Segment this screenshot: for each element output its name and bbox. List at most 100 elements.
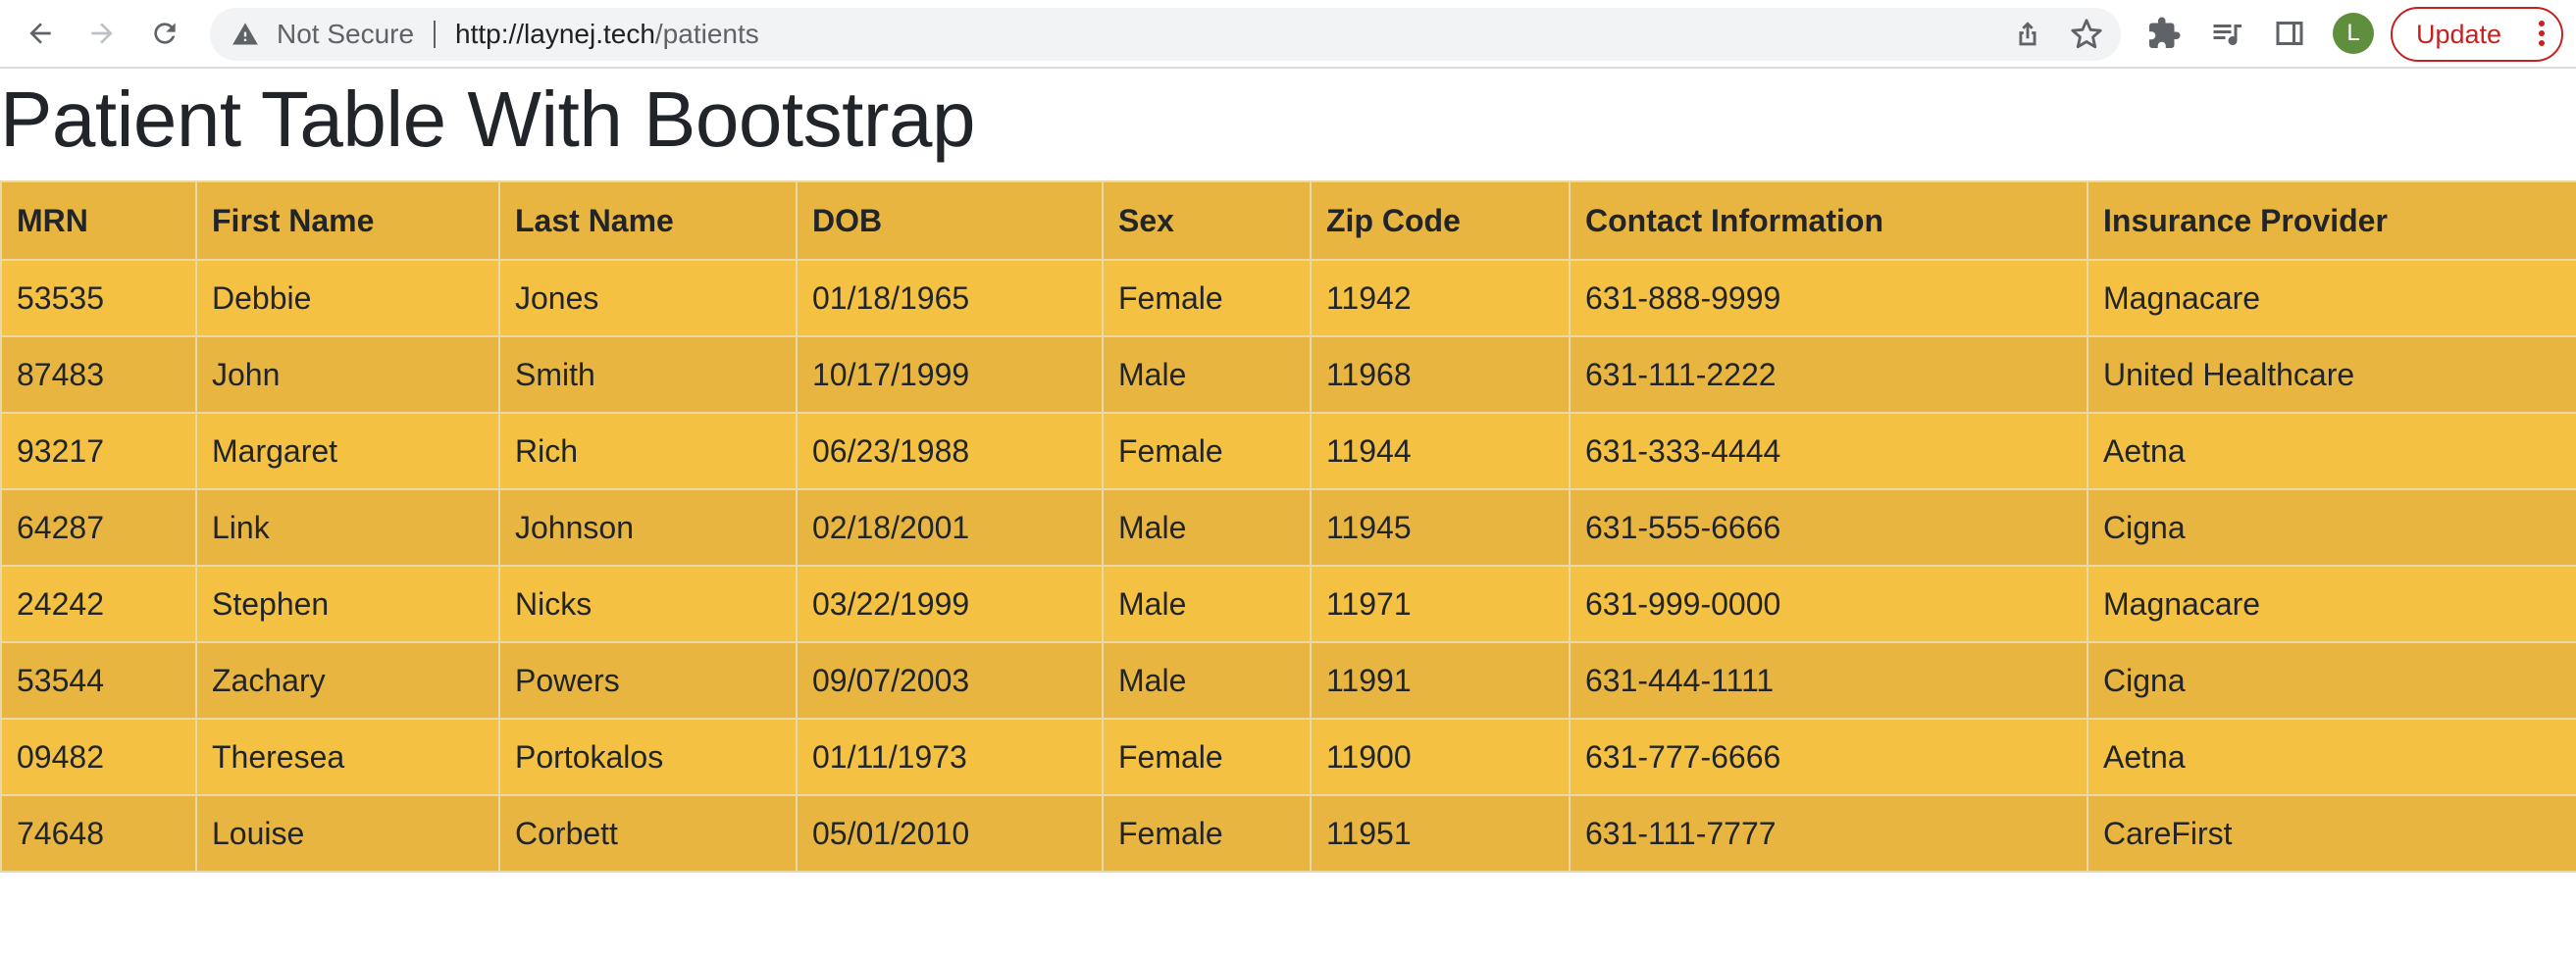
zip-code-cell: 11971 [1310,565,1571,643]
omnibox-separator [434,21,436,48]
table-row: 53535 Debbie Jones 01/18/1965 Female 11942 631… [0,259,2576,337]
mrn-cell: 24242 [0,565,197,643]
media-queue-icon[interactable] [2209,16,2244,51]
first-name-cell: Theresea [195,718,500,796]
profile-avatar[interactable]: L [2333,13,2374,54]
contact-information-cell: 631-555-6666 [1569,488,2088,567]
insurance-provider-cell: Cigna [2087,488,2576,567]
table-row: 09482 Theresea Portokalos 01/11/1973 Female 1… [0,718,2576,796]
mrn-cell: 53535 [0,259,197,337]
column-header-contact-information: Contact Information [1569,180,2088,261]
reload-icon[interactable] [143,12,186,55]
table-row: 87483 John Smith 10/17/1999 Male 11968 631-111… [0,335,2576,414]
zip-code-cell: 11945 [1310,488,1571,567]
url-path: /patients [654,19,759,49]
mrn-cell: 64287 [0,488,197,567]
last-name-cell: Powers [498,641,798,720]
zip-code-cell: 11991 [1310,641,1571,720]
mrn-cell: 93217 [0,412,197,490]
page-title: Patient Table With Bootstrap [0,75,975,163]
first-name-cell: Stephen [195,565,500,643]
share-icon[interactable] [2011,18,2044,51]
patient-table: MRN First Name Last Name DOB Sex Zip Cod… [0,180,2576,873]
first-name-cell: Louise [195,794,500,873]
zip-code-cell: 11942 [1310,259,1571,337]
insurance-provider-cell: Aetna [2087,718,2576,796]
mrn-cell: 09482 [0,718,197,796]
mrn-cell: 53544 [0,641,197,720]
extensions-puzzle-icon[interactable] [2146,16,2182,51]
dob-cell: 01/11/1973 [796,718,1104,796]
address-bar[interactable]: Not Secure http://laynej.tech/patients [210,8,2121,61]
last-name-cell: Jones [498,259,798,337]
url-host: http://laynej.tech [455,19,655,49]
first-name-cell: Margaret [195,412,500,490]
contact-information-cell: 631-777-6666 [1569,718,2088,796]
forward-icon[interactable] [80,12,124,55]
dob-cell: 05/01/2010 [796,794,1104,873]
update-label: Update [2416,20,2502,49]
contact-information-cell: 631-111-7777 [1569,794,2088,873]
insurance-provider-cell: Aetna [2087,412,2576,490]
back-icon[interactable] [19,12,62,55]
insurance-provider-cell: United Healthcare [2087,335,2576,414]
column-header-dob: DOB [796,180,1104,261]
contact-information-cell: 631-444-1111 [1569,641,2088,720]
table-row: 24242 Stephen Nicks 03/22/1999 Male 11971 631-… [0,565,2576,643]
dob-cell: 03/22/1999 [796,565,1104,643]
table-row: 53544 Zachary Powers 09/07/2003 Male 11991 631… [0,641,2576,720]
dob-cell: 06/23/1988 [796,412,1104,490]
mrn-cell: 74648 [0,794,197,873]
bookmark-star-icon[interactable] [2070,18,2103,51]
table-header-row: MRN First Name Last Name DOB Sex Zip Cod… [0,180,2576,261]
table-row: 64287 Link Johnson 02/18/2001 Male 11945 631-5… [0,488,2576,567]
insurance-provider-cell: Cigna [2087,641,2576,720]
last-name-cell: Smith [498,335,798,414]
sex-cell: Male [1102,488,1312,567]
sex-cell: Male [1102,335,1312,414]
last-name-cell: Rich [498,412,798,490]
column-header-first-name: First Name [195,180,500,261]
contact-information-cell: 631-999-0000 [1569,565,2088,643]
mrn-cell: 87483 [0,335,197,414]
update-button[interactable]: Update [2391,7,2563,62]
column-header-last-name: Last Name [498,180,798,261]
zip-code-cell: 11968 [1310,335,1571,414]
side-panel-icon[interactable] [2272,16,2307,51]
dob-cell: 10/17/1999 [796,335,1104,414]
url-text[interactable]: http://laynej.tech/patients [455,20,759,49]
zip-code-cell: 11900 [1310,718,1571,796]
warning-icon[interactable] [232,21,259,48]
last-name-cell: Johnson [498,488,798,567]
last-name-cell: Nicks [498,565,798,643]
dob-cell: 02/18/2001 [796,488,1104,567]
dob-cell: 01/18/1965 [796,259,1104,337]
zip-code-cell: 11944 [1310,412,1571,490]
insurance-provider-cell: Magnacare [2087,565,2576,643]
security-label[interactable]: Not Secure [277,20,414,49]
last-name-cell: Corbett [498,794,798,873]
first-name-cell: Debbie [195,259,500,337]
zip-code-cell: 11951 [1310,794,1571,873]
table-body: 53535 Debbie Jones 01/18/1965 Female 11942 631… [0,259,2576,873]
insurance-provider-cell: CareFirst [2087,794,2576,873]
sex-cell: Male [1102,565,1312,643]
first-name-cell: Zachary [195,641,500,720]
dob-cell: 09/07/2003 [796,641,1104,720]
contact-information-cell: 631-333-4444 [1569,412,2088,490]
sex-cell: Male [1102,641,1312,720]
table-row: 74648 Louise Corbett 05/01/2010 Female 11951 6… [0,794,2576,873]
sex-cell: Female [1102,412,1312,490]
first-name-cell: Link [195,488,500,567]
sex-cell: Female [1102,794,1312,873]
first-name-cell: John [195,335,500,414]
insurance-provider-cell: Magnacare [2087,259,2576,337]
column-header-insurance-provider: Insurance Provider [2087,180,2576,261]
contact-information-cell: 631-111-2222 [1569,335,2088,414]
column-header-sex: Sex [1102,180,1312,261]
table-row: 93217 Margaret Rich 06/23/1988 Female 11944 63… [0,412,2576,490]
more-menu-icon[interactable] [2538,21,2546,50]
sex-cell: Female [1102,259,1312,337]
contact-information-cell: 631-888-9999 [1569,259,2088,337]
last-name-cell: Portokalos [498,718,798,796]
